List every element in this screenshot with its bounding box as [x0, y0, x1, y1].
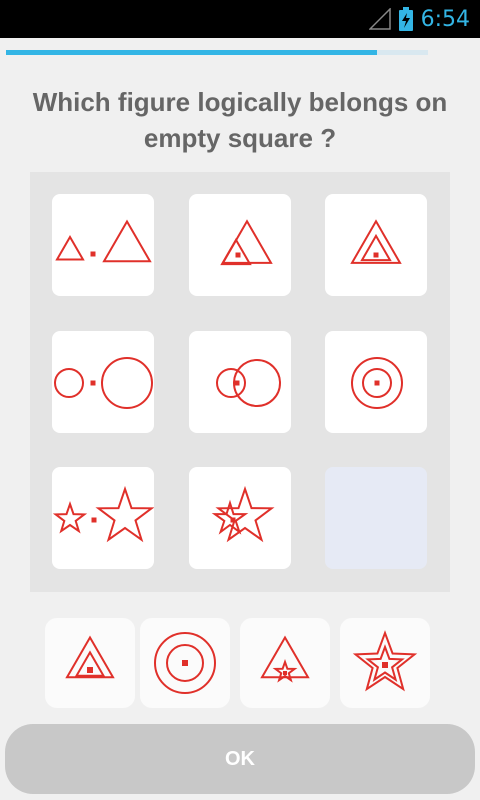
star-overlap-figure: [211, 485, 275, 543]
answer-option-star-concentric[interactable]: [340, 618, 430, 708]
grid-cell-triangle-separate: [52, 194, 154, 296]
answer-option-triangle-concentric[interactable]: [45, 618, 135, 708]
question-text: Which figure logically belongs on empty …: [32, 87, 448, 153]
grid-cell-triangle-concentric: [325, 194, 427, 296]
clock: 6:54: [420, 6, 470, 32]
empty-figure: [325, 467, 427, 569]
grid-cell-circle-concentric: [325, 331, 427, 433]
circle-concentric-figure: [351, 357, 403, 409]
grid-cell-circle-separate: [52, 331, 154, 433]
grid-cell-star-separate: [52, 467, 154, 569]
ok-button[interactable]: OK: [5, 724, 475, 794]
signal-icon: [368, 8, 391, 30]
triangle-with-star-figure: [260, 635, 310, 683]
progress-bar: [6, 50, 428, 55]
answer-option-circle-concentric[interactable]: [140, 618, 230, 708]
circle-concentric-figure: [154, 632, 216, 694]
empty-answer-slot[interactable]: [325, 467, 427, 569]
grid-cell-triangle-overlap: [189, 194, 291, 296]
star-concentric-figure: [352, 630, 418, 692]
circle-separate-figure: [54, 357, 153, 409]
grid-cell-star-overlap: [189, 467, 291, 569]
grid-cell-circle-overlap: [189, 331, 291, 433]
triangle-overlap-figure: [220, 219, 273, 266]
puzzle-grid: [30, 172, 450, 592]
circle-overlap-figure: [216, 359, 281, 407]
triangle-concentric-figure: [65, 635, 115, 679]
progress-fill: [6, 50, 378, 55]
status-bar: 6:54: [0, 0, 480, 38]
triangle-concentric-figure: [350, 219, 402, 264]
answer-option-triangle-with-star[interactable]: [240, 618, 330, 708]
star-separate-figure: [52, 485, 154, 543]
triangle-separate-figure: [55, 219, 152, 263]
battery-charging-icon: [398, 7, 413, 31]
